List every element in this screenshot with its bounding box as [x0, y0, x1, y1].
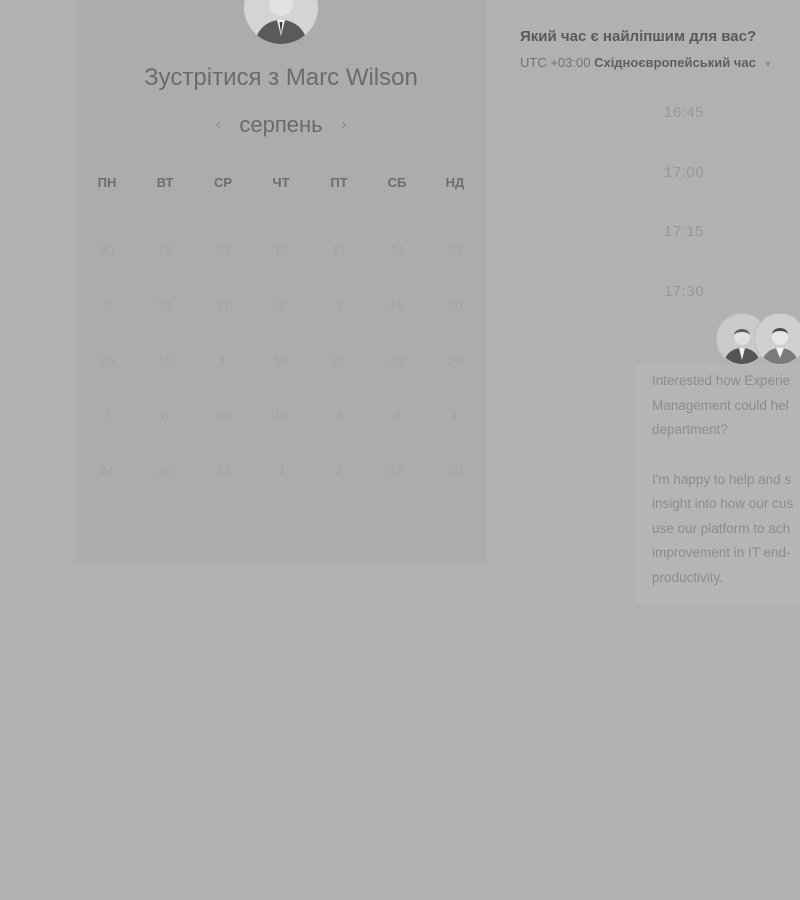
host-name: Marc Wilson [285, 64, 418, 91]
month-navigation: ‹ серпень › [76, 112, 486, 138]
calendar-day[interactable]: 2 [252, 278, 310, 333]
weekday-header: СБ [387, 174, 407, 190]
calendar-day[interactable]: 8 [136, 388, 194, 443]
weekday-header: ВТ [156, 174, 174, 190]
calendar-day[interactable]: 1 [194, 333, 252, 388]
utc-offset: UTC +03:00 [520, 55, 591, 70]
weekday-header: ПН [97, 174, 117, 190]
chat-line: use our platform to ach [652, 520, 791, 536]
weekday-header: ЧТ [272, 174, 290, 190]
time-slot[interactable]: 17:15 [630, 217, 800, 277]
timezone-selector[interactable]: UTC +03:00 Східноєвропейський час ▼ [520, 55, 772, 70]
meeting-title-prefix: Зустрітися з [144, 64, 280, 91]
calendar-day[interactable]: 1 [426, 388, 484, 443]
month-label: серпень [239, 112, 323, 137]
chevron-right-icon[interactable]: › [329, 116, 359, 134]
calendar-day[interactable]: 30 [78, 223, 136, 278]
chat-line: Interested how Experie [652, 373, 791, 388]
calendar-day[interactable]: 20 [426, 333, 484, 388]
chat-paragraph: I'm happy to help and s insight into how… [652, 468, 800, 591]
calendar-day[interactable]: 29 [194, 388, 252, 443]
calendar-day[interactable]: 20 [426, 443, 484, 498]
time-question: Який час є найліпшим для вас? [520, 28, 757, 45]
chat-line: insight into how our cus [652, 496, 794, 511]
calendar-day[interactable]: 24 [78, 443, 136, 498]
calendar-day[interactable]: 30 [136, 443, 194, 498]
calendar-day[interactable]: 31 [136, 278, 194, 333]
calendar-day[interactable]: 12 [368, 443, 426, 498]
weekday-header: НД [445, 174, 465, 190]
calendar-day[interactable]: 16 [368, 278, 426, 333]
calendar-day[interactable]: 7 [78, 388, 136, 443]
calendar-day[interactable]: 17 [194, 278, 252, 333]
calendar-day[interactable]: 23 [194, 223, 252, 278]
chat-line: productivity. [652, 569, 724, 585]
calendar-day[interactable]: 15 [136, 333, 194, 388]
calendar-day[interactable]: 23 [426, 223, 484, 278]
meeting-title: Зустрітися з Marc Wilson [76, 64, 486, 92]
agent-avatar [754, 313, 800, 365]
time-slot[interactable]: 17:00 [630, 158, 800, 218]
calendar-day[interactable]: 18 [136, 223, 194, 278]
calendar-day[interactable]: 13 [194, 443, 252, 498]
calendar-day[interactable]: 30 [426, 278, 484, 333]
chat-line: department? [652, 422, 728, 437]
calendar-day[interactable]: 17 [310, 223, 368, 278]
chat-agent-avatars [716, 313, 800, 365]
calendar-day[interactable]: 7 [310, 278, 368, 333]
calendar-day[interactable]: 18 [252, 388, 310, 443]
chat-line: improvement in IT end- [652, 545, 791, 560]
time-slot[interactable]: 16:45 [630, 98, 800, 158]
calendar-grid: ПН ВТ СР ЧТ ПТ СБ НД 30 18 23 12 17 24 2… [78, 168, 486, 498]
calendar-day[interactable]: 12 [252, 223, 310, 278]
chevron-left-icon[interactable]: ‹ [203, 116, 233, 134]
weekday-header: ПТ [330, 174, 348, 190]
time-slot-list: 16:45 17:00 17:15 17:30 [630, 98, 800, 336]
calendar-day[interactable]: 27 [310, 333, 368, 388]
calendar-day[interactable]: 4 [368, 388, 426, 443]
weekday-header: СР [213, 174, 233, 190]
chat-line: Management could hel [652, 397, 789, 413]
calendar-day[interactable]: 4 [252, 443, 310, 498]
caret-down-icon[interactable]: ▼ [763, 59, 772, 69]
calendar-day[interactable]: 10 [252, 333, 310, 388]
calendar-day[interactable]: 22 [368, 333, 426, 388]
calendar-day[interactable]: 3 [310, 388, 368, 443]
calendar-day[interactable]: 25 [78, 333, 136, 388]
chat-message: Interested how Experie Management could … [652, 369, 800, 615]
chat-paragraph: Interested how Experie Management could … [652, 369, 800, 443]
calendar-day[interactable]: 24 [368, 223, 426, 278]
chat-line: I'm happy to help and s [652, 471, 792, 487]
calendar-day[interactable]: 2 [78, 278, 136, 333]
calendar-day[interactable]: 2 [310, 443, 368, 498]
timezone-name: Східноєвропейський час [594, 55, 756, 70]
